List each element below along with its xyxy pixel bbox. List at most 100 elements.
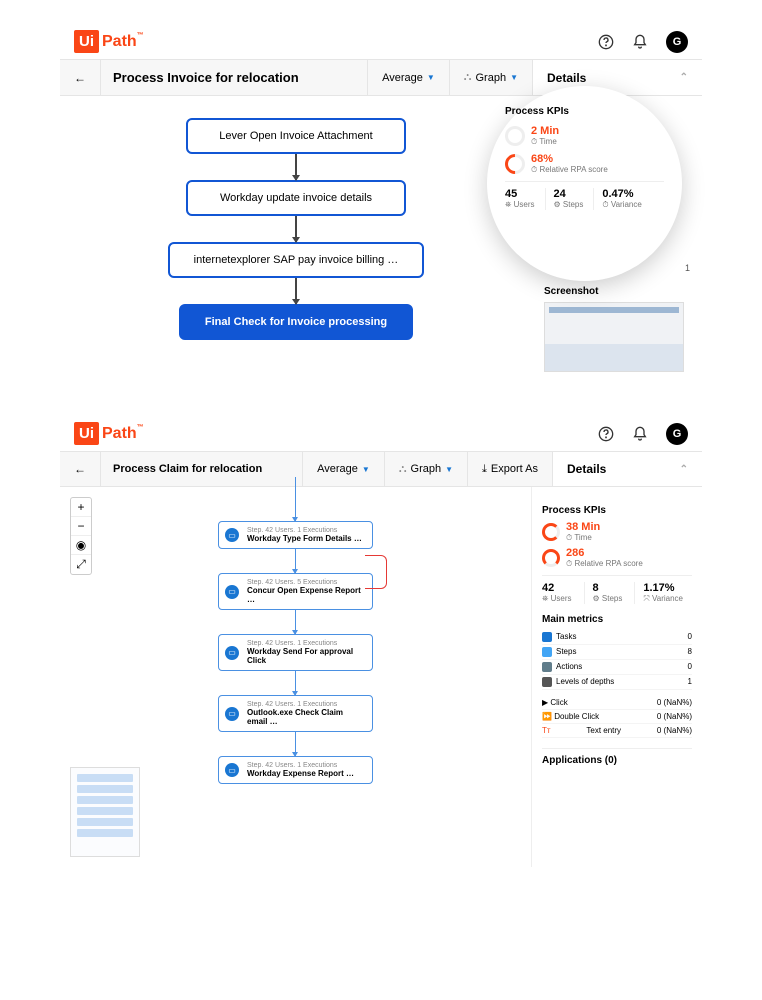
arrow-icon [295, 610, 296, 634]
flow-node[interactable]: Workday update invoice details [186, 180, 406, 216]
flow-node[interactable]: ▭ Step. 42 Users. 1 Executions Workday E… [218, 756, 373, 784]
topbar-actions: G [598, 31, 688, 53]
metric-label: Tasks [556, 632, 576, 641]
metric-label: Levels of depths [556, 677, 614, 686]
details-panel: Process KPIs 38 Min ⏱ Time 286 ⏱ Relativ… [532, 487, 702, 867]
flow-canvas[interactable]: Lever Open Invoice Attachment Workday up… [60, 96, 532, 382]
kpi-time-value: 2 Min [531, 125, 559, 137]
metrics-table: Tasks0 Steps8 Actions0 Levels of depths1 [542, 630, 692, 690]
node-label: Concur Open Expense Report … [247, 586, 364, 604]
chevron-down-icon: ▼ [445, 465, 453, 474]
export-button[interactable]: ⤓ Export As [467, 452, 552, 486]
average-label: Average [382, 72, 423, 84]
arrow-icon [295, 732, 296, 756]
details-label: Details [547, 71, 586, 85]
average-dropdown[interactable]: Average ▼ [367, 60, 449, 95]
action-value: 0 (NaN%) [657, 698, 692, 707]
help-icon[interactable] [598, 34, 614, 50]
kpi-users-label: ⛯ Users [542, 594, 572, 604]
kpi-users-value: 42 [542, 582, 572, 594]
node-meta: Step. 42 Users. 1 Executions [247, 701, 364, 708]
flow-node[interactable]: internetexplorer SAP pay invoice billing… [168, 242, 425, 278]
back-button[interactable]: ← [60, 60, 101, 95]
page-title: Process Claim for relocation [101, 452, 302, 486]
logo: Ui Path ™ [74, 422, 144, 445]
kpi-users-value: 45 [505, 188, 535, 200]
ring-icon [542, 523, 560, 541]
app-icon: ▭ [225, 646, 239, 660]
zoom-fit-button[interactable]: ⤢ [71, 555, 91, 574]
metric-label: Steps [556, 647, 576, 656]
page-title: Process Invoice for relocation [101, 60, 367, 95]
bell-icon[interactable] [632, 34, 648, 50]
kpi-variance: 1.17% ⤧ Variance [634, 582, 683, 604]
action-value: 0 (NaN%) [657, 726, 692, 735]
graph-dropdown[interactable]: ⛬ Graph ▼ [384, 452, 467, 486]
graph-label: Graph [476, 72, 507, 84]
avatar[interactable]: G [666, 31, 688, 53]
flow-node[interactable]: ▭ Step. 42 Users. 1 Executions Workday S… [218, 634, 373, 671]
zoom-in-button[interactable]: + [71, 498, 91, 517]
minimap[interactable] [70, 767, 140, 857]
ring-icon [542, 549, 560, 567]
topbar-actions: G [598, 423, 688, 445]
zoom-target-button[interactable]: ◉ [71, 536, 91, 555]
app-icon: ▭ [225, 763, 239, 777]
kpi-stats: 42 ⛯ Users 8 ⚙ Steps 1.17% ⤧ Variance [542, 575, 692, 604]
kpi-rpa: 286 ⏱ Relative RPA score [542, 547, 692, 569]
executions-value: 1 [685, 263, 690, 274]
kpi-variance: 0.47% ⏱ Variance [593, 188, 641, 210]
graph-dropdown[interactable]: ⛬ Graph ▼ [449, 60, 532, 95]
flow-node[interactable]: ▭ Step. 42 Users. 5 Executions Concur Op… [218, 573, 373, 610]
screen-claim: Ui Path ™ G ← Process Claim for relocati… [0, 412, 762, 867]
kpi-title: Process KPIs [542, 505, 692, 516]
dot-icon [542, 632, 552, 642]
node-meta: Step. 42 Users. 1 Executions [247, 640, 364, 647]
node-label: Workday Expense Report … [247, 769, 364, 778]
metric-value: 0 [688, 632, 692, 642]
ring-icon [505, 126, 525, 146]
node-meta: Step. 42 Users. 1 Executions [247, 762, 364, 769]
apps-title: Applications (0) [542, 748, 692, 766]
help-icon[interactable] [598, 426, 614, 442]
action-row: ⏩ Double Click0 (NaN%) [542, 710, 692, 724]
bell-icon[interactable] [632, 426, 648, 442]
zoom-controls: + − ◉ ⤢ [70, 497, 92, 575]
kpi-rpa-value: 68% [531, 153, 608, 165]
graph-icon: ⛬ [464, 71, 472, 84]
flow-node[interactable]: Lever Open Invoice Attachment [186, 118, 406, 154]
arrow-icon [295, 497, 296, 521]
app-icon: ▭ [225, 585, 239, 599]
flow-node[interactable]: ▭ Step. 42 Users. 1 Executions Workday T… [218, 521, 373, 549]
flow-node-final[interactable]: Final Check for Invoice processing [179, 304, 413, 340]
kpi-time: 38 Min ⏱ Time [542, 521, 692, 543]
metric-value: 0 [688, 662, 692, 672]
flow-node[interactable]: ▭ Step. 42 Users. 1 Executions Outlook.e… [218, 695, 373, 732]
kpi-time-label: ⏱ Time [566, 533, 600, 543]
action-label: Double Click [554, 712, 599, 721]
graph-icon: ⛬ [399, 463, 407, 476]
details-toggle[interactable]: Details ⌃ [552, 452, 702, 486]
dot-icon [542, 647, 552, 657]
details-label: Details [567, 462, 606, 476]
logo-text: Path [102, 33, 137, 51]
ring-icon [501, 150, 529, 178]
kpi-rpa-label: ⏱ Relative RPA score [531, 165, 608, 175]
average-dropdown[interactable]: Average ▼ [302, 452, 384, 486]
arrow-icon [295, 278, 297, 304]
zoom-out-button[interactable]: − [71, 517, 91, 536]
logo-tm: ™ [137, 424, 144, 431]
chevron-up-icon: ⌃ [680, 72, 688, 83]
kpi-time: 2 Min ⏱ Time [505, 125, 664, 147]
avatar[interactable]: G [666, 423, 688, 445]
arrow-icon [295, 154, 297, 180]
screenshot-thumb[interactable] [544, 302, 684, 372]
dot-icon [542, 662, 552, 672]
chevron-down-icon: ▼ [362, 465, 370, 474]
kpi-steps-value: 24 [554, 188, 584, 200]
topbar: Ui Path ™ G [60, 412, 702, 451]
flow-canvas[interactable]: + − ◉ ⤢ ▭ Step. 42 Users. 1 Executions W… [60, 487, 532, 867]
kpi-var-value: 0.47% [602, 188, 641, 200]
back-button[interactable]: ← [60, 452, 101, 486]
chevron-down-icon: ▼ [427, 73, 435, 82]
